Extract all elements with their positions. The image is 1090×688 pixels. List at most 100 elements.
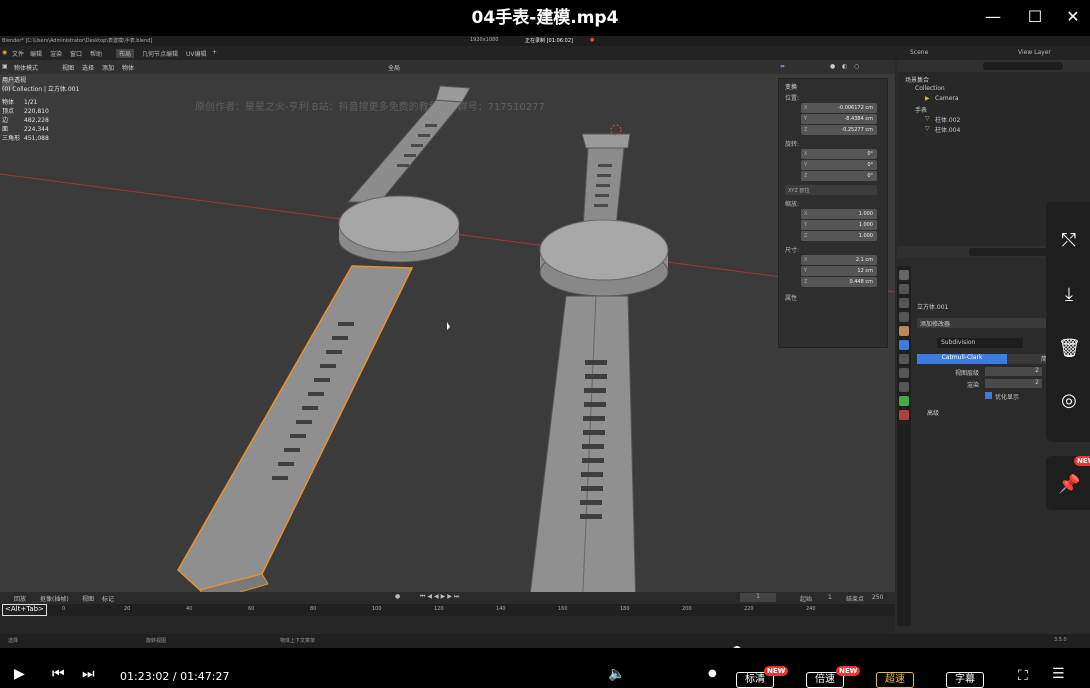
scale-y-field[interactable]: Y 1.000 (801, 220, 877, 230)
render-levels-field[interactable]: 2 (985, 379, 1042, 388)
menu-view[interactable]: 视图 (62, 63, 74, 72)
location-y-field[interactable]: Y -8.4384 cm (801, 114, 877, 124)
add-workspace-icon[interactable]: + (212, 49, 217, 56)
view-layer-selector[interactable]: View Layer (1018, 49, 1051, 56)
end-frame-field[interactable]: 250 (872, 594, 883, 601)
outliner-camera[interactable]: Camera (935, 95, 959, 102)
tick-label: 60 (248, 606, 255, 612)
status-bar: 选择 旋转视图 物体上下文菜单 3.5.0 (0, 634, 1090, 648)
gizmo-toggle-icon[interactable]: ⬌ (780, 63, 785, 70)
menu-window[interactable]: 窗口 (70, 49, 82, 58)
location-z-field[interactable]: Z -0.25277 cm (801, 125, 877, 135)
physics-tab-icon[interactable] (899, 368, 909, 378)
menu-select[interactable]: 选择 (82, 63, 94, 72)
scale-x-field[interactable]: X 1.000 (801, 209, 877, 219)
camera-icon: ▶ (925, 95, 930, 102)
advanced-section[interactable]: 高级 (927, 408, 939, 417)
timeline-ruler[interactable]: <Alt+Tab> 0 20 40 60 80 100 120 140 160 … (0, 604, 895, 616)
properties-search-input[interactable] (969, 248, 1049, 256)
particles-tab-icon[interactable] (899, 354, 909, 364)
attributes-section[interactable]: 属性 (785, 293, 797, 302)
start-frame-field[interactable]: 1 (828, 594, 832, 601)
tab-layout[interactable]: 布局 (116, 49, 135, 58)
shading-render-icon[interactable]: ○ (854, 63, 859, 70)
menu-marker[interactable]: 标记 (102, 594, 114, 603)
pin-icon[interactable]: 📌 (1058, 474, 1080, 496)
transform-section[interactable]: 变换 (785, 82, 797, 91)
tick-label: 40 (186, 606, 193, 612)
tab-geometry-nodes[interactable]: 几何节点编辑 (142, 49, 178, 58)
trash-icon[interactable]: 🗑 (1058, 338, 1081, 360)
shading-solid-icon[interactable]: ● (830, 63, 835, 70)
outliner-watch[interactable]: 手表 (915, 105, 927, 114)
menu-add[interactable]: 添加 (102, 63, 114, 72)
play-icon[interactable]: ▶ (14, 666, 25, 682)
player-title-bar: 04手表-建模.mp4 — ☐ ✕ (0, 0, 1090, 36)
record-icon[interactable]: ● (395, 593, 400, 600)
menu-view[interactable]: 视图 (82, 594, 94, 603)
current-frame-field[interactable]: 1 (740, 593, 776, 602)
scale-z-field[interactable]: Z 1.000 (801, 231, 877, 241)
side-toolbar: ⤲ ⤓ 🗑 ◎ (1046, 202, 1090, 442)
dimensions-z-field[interactable]: Z 0.448 cm (801, 277, 877, 287)
rotation-mode-select[interactable]: XYZ 欧拉 (785, 185, 877, 195)
dimensions-x-field[interactable]: X 2.1 cm (801, 255, 877, 265)
outliner-cylinder-004[interactable]: 柱体.004 (935, 125, 960, 134)
app-title: Blender* [C:\Users\Administrator\Desktop… (2, 38, 153, 44)
data-tab-icon[interactable] (899, 396, 909, 406)
dimensions-y-field[interactable]: Y 12 cm (801, 266, 877, 276)
optimal-display-checkbox[interactable] (985, 392, 992, 399)
rotation-x-field[interactable]: X 0° (801, 149, 877, 159)
recording-label: 正在录制 [01:06:02] (525, 38, 573, 44)
outliner-collection[interactable]: Collection (915, 85, 945, 92)
scene-tab-icon[interactable] (899, 312, 909, 322)
blender-logo-icon[interactable]: ◉ (2, 49, 7, 56)
material-tab-icon[interactable] (899, 410, 909, 420)
download-icon[interactable]: ⤓ (1058, 284, 1080, 306)
volume-knob-icon[interactable]: ● (708, 668, 717, 679)
menu-help[interactable]: 帮助 (90, 49, 102, 58)
blender-window: Blender* [C:\Users\Administrator\Desktop… (0, 36, 1090, 648)
maximize-icon[interactable]: ☐ (1020, 4, 1050, 30)
object-tab-icon[interactable] (899, 326, 909, 336)
menu-playback[interactable]: 回放 (14, 594, 26, 603)
outliner-cylinder-002[interactable]: 柱体.002 (935, 115, 960, 124)
outliner-root[interactable]: 场景集合 (905, 75, 929, 84)
rotation-y-field[interactable]: Y 0° (801, 160, 877, 170)
next-icon[interactable]: ⏭ (82, 666, 95, 682)
transform-orientation[interactable]: 全局 (388, 63, 400, 72)
tab-catmull-clark[interactable]: Catmull-Clark (917, 354, 1007, 364)
menu-file[interactable]: 文件 (12, 49, 24, 58)
share-icon[interactable]: ⤲ (1058, 230, 1080, 252)
render-tab-icon[interactable] (899, 284, 909, 294)
record-dot-icon[interactable]: ● (590, 37, 594, 43)
modifier-tab-icon[interactable] (899, 340, 909, 350)
menu-object[interactable]: 物体 (122, 63, 134, 72)
target-icon[interactable]: ◎ (1058, 390, 1080, 412)
volume-icon[interactable]: 🔈 (608, 666, 625, 682)
menu-render[interactable]: 渲染 (50, 49, 62, 58)
tab-uv-editing[interactable]: UV编辑 (186, 49, 207, 58)
subtitle-button[interactable]: 字幕 (946, 672, 984, 688)
close-icon[interactable]: ✕ (1058, 4, 1088, 30)
playback-controls-icon[interactable]: ⏮◀◀▶▶⏭ (420, 593, 461, 601)
super-speed-button[interactable]: 超速 (876, 672, 914, 688)
editor-type-icon[interactable]: ▣ (2, 63, 8, 70)
modifier-name-field[interactable]: Subdivision (937, 338, 1023, 348)
rotation-z-field[interactable]: Z 0° (801, 171, 877, 181)
3d-viewport[interactable]: ▣ 物体模式 视图 选择 添加 物体 全局 ⬌ ● ◐ ○ 用户透视 (0) C… (0, 60, 895, 612)
minimize-icon[interactable]: — (978, 4, 1008, 30)
levels-viewport-field[interactable]: 2 (985, 367, 1042, 376)
menu-keying[interactable]: 抠像(插帧) (40, 594, 69, 603)
scene-selector[interactable]: Scene (910, 49, 928, 56)
mode-selector[interactable]: 物体模式 (14, 63, 38, 72)
previous-icon[interactable]: ⏮ (52, 666, 65, 682)
location-x-field[interactable]: X -0.006172 cm (801, 103, 877, 113)
shading-material-icon[interactable]: ◐ (842, 63, 847, 70)
tool-tab-icon[interactable] (899, 270, 909, 280)
menu-edit[interactable]: 编辑 (30, 49, 42, 58)
constraints-tab-icon[interactable] (899, 382, 909, 392)
menu-icon[interactable]: ☰ (1052, 666, 1065, 682)
outliner-search-input[interactable] (983, 62, 1063, 70)
output-tab-icon[interactable] (899, 298, 909, 308)
